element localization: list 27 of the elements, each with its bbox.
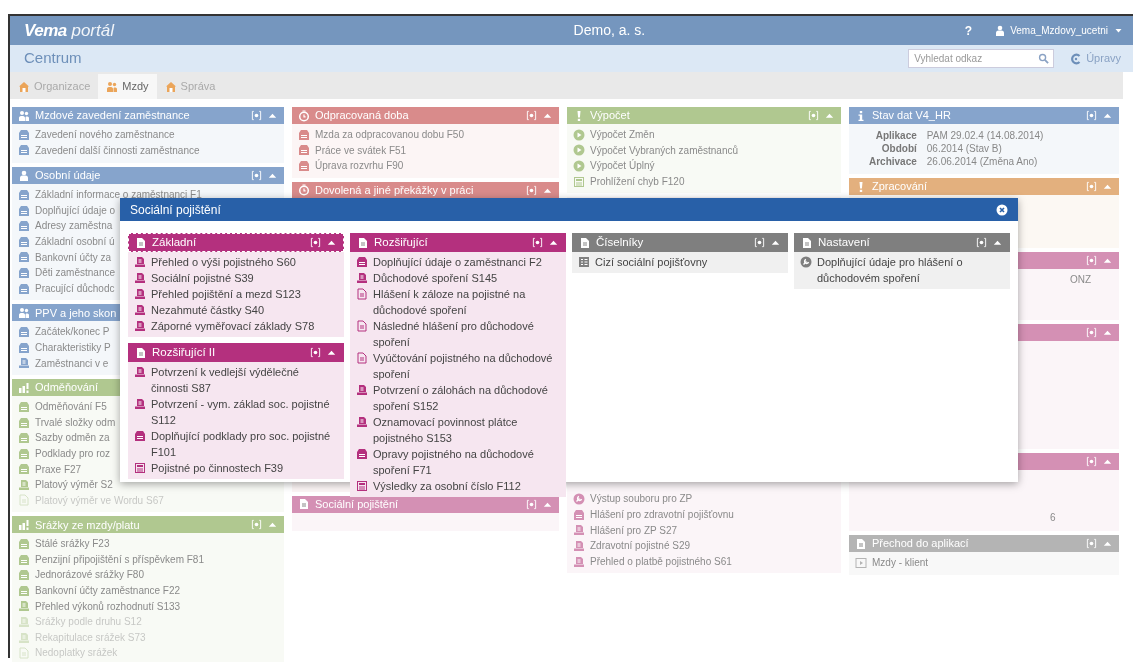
page-title: Centrum: [24, 48, 82, 69]
panel-title: Rozšiřující II: [152, 344, 216, 360]
panel-title: Dovolená a jiné překážky v práci: [315, 183, 474, 199]
panel-title: Odměňování: [35, 380, 98, 396]
field-value: 06.2014 (Stav B): [926, 142, 1003, 155]
field-value: 26.06.2014 (Změna Ano): [926, 155, 1039, 168]
field-label: Aplikace: [874, 129, 917, 142]
field-value: PAM 29.02.4 (14.08.2014): [926, 129, 1045, 142]
field-label: Období: [880, 142, 917, 155]
panel-title: Základní: [152, 234, 197, 250]
panel-title: Sociální pojištění: [315, 497, 399, 513]
panel-title: Přechod do aplikací: [872, 536, 969, 552]
panel-title: Mzdové zavedení zaměstnance: [35, 108, 190, 124]
company-name: Demo, a. s.: [572, 21, 646, 40]
panel-title: Číselníky: [596, 234, 644, 250]
dialog-title: Sociální pojištění: [130, 201, 221, 219]
panel-title: Odpracovaná doba: [315, 108, 409, 124]
field-label: Archivace: [869, 155, 917, 168]
panel-title: Osobní údaje: [35, 168, 101, 184]
panel-title: Rozšiřující: [374, 234, 428, 250]
logo: Vema portál: [24, 19, 114, 42]
panel-title: Stav dat V4_HR: [872, 108, 951, 124]
panel-title: PPV a jeho skon: [35, 305, 117, 321]
panel-title: Nastavení: [818, 234, 870, 250]
panel-title: Zpracování: [872, 179, 928, 195]
panel-title: Srážky ze mzdy/platu: [35, 517, 140, 533]
panel-title: Výpočet: [590, 108, 630, 124]
